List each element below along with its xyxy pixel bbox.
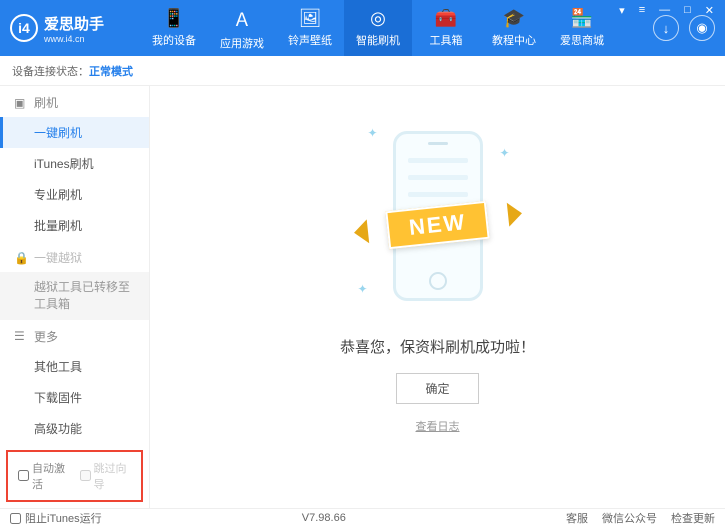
close-icon[interactable]: ✕: [702, 4, 717, 17]
chk-block-itunes[interactable]: 阻止iTunes运行: [10, 510, 102, 526]
download-button[interactable]: ↓: [653, 15, 679, 41]
status-bar: 设备连接状态： 正常模式: [0, 56, 725, 86]
tab-apps[interactable]: Ａ应用游戏: [208, 0, 276, 56]
user-button[interactable]: ◉: [689, 15, 715, 41]
view-log-link[interactable]: 查看日志: [416, 418, 460, 434]
footer-link-support[interactable]: 客服: [566, 510, 588, 526]
app-title: 爱思助手: [44, 13, 104, 34]
sidebar-item-advanced[interactable]: 高级功能: [0, 413, 149, 444]
success-message: 恭喜您，保资料刷机成功啦！: [340, 336, 535, 357]
footer-link-update[interactable]: 检查更新: [671, 510, 715, 526]
menu-icon[interactable]: ▾: [616, 4, 628, 17]
wallpaper-icon: 🖼: [299, 8, 322, 29]
status-label: 设备连接状态：: [12, 63, 89, 79]
minimize-icon[interactable]: —: [656, 4, 673, 17]
device-icon: 📱: [163, 8, 185, 29]
sidebar-section-flash[interactable]: ▣刷机: [0, 86, 149, 117]
tab-my-device[interactable]: 📱我的设备: [140, 0, 208, 56]
tab-toolbox[interactable]: 🧰工具箱: [412, 0, 480, 56]
maximize-icon[interactable]: □: [681, 4, 694, 17]
status-mode: 正常模式: [89, 63, 133, 79]
footer: 阻止iTunes运行 V7.98.66 客服 微信公众号 检查更新: [0, 508, 725, 527]
sidebar-item-onekey-flash[interactable]: 一键刷机: [0, 117, 149, 148]
chk-skip-guide-input: [80, 470, 91, 481]
logo-icon: i4: [10, 14, 38, 42]
more-icon: ☰: [14, 329, 28, 343]
tab-store[interactable]: 🏪爱思商城: [548, 0, 616, 56]
chk-block-itunes-input[interactable]: [10, 513, 21, 524]
sidebar-section-jailbreak: 🔒一键越狱: [0, 241, 149, 272]
lock-icon: 🔒: [14, 251, 28, 265]
toolbox-icon: 🧰: [435, 8, 457, 29]
sidebar-item-pro-flash[interactable]: 专业刷机: [0, 179, 149, 210]
apps-icon: Ａ: [233, 6, 251, 32]
sidebar-item-itunes-flash[interactable]: iTunes刷机: [0, 148, 149, 179]
sidebar: ▣刷机 一键刷机 iTunes刷机 专业刷机 批量刷机 🔒一键越狱 越狱工具已转…: [0, 86, 150, 508]
flash-section-icon: ▣: [14, 96, 28, 110]
nav-tabs: 📱我的设备 Ａ应用游戏 🖼铃声壁纸 ◎智能刷机 🧰工具箱 🎓教程中心 🏪爱思商城: [140, 0, 616, 56]
flash-icon: ◎: [370, 8, 386, 29]
tab-ringtones[interactable]: 🖼铃声壁纸: [276, 0, 344, 56]
sidebar-section-more[interactable]: ☰更多: [0, 320, 149, 351]
sidebar-item-other-tools[interactable]: 其他工具: [0, 351, 149, 382]
main-content: ✦ ✦ ✦ NEW 恭喜您，保资料刷机成功啦！ 确定 查看日志: [150, 86, 725, 508]
logo[interactable]: i4 爱思助手 www.i4.cn: [10, 13, 140, 44]
sidebar-item-download-firmware[interactable]: 下载固件: [0, 382, 149, 413]
tab-smart-flash[interactable]: ◎智能刷机: [344, 0, 412, 56]
checkbox-highlight-box: 自动激活 跳过向导: [6, 450, 143, 502]
sidebar-item-batch-flash[interactable]: 批量刷机: [0, 210, 149, 241]
footer-link-wechat[interactable]: 微信公众号: [602, 510, 657, 526]
version-label: V7.98.66: [302, 512, 346, 524]
chk-auto-activate-input[interactable]: [18, 470, 29, 481]
tab-tutorials[interactable]: 🎓教程中心: [480, 0, 548, 56]
store-icon: 🏪: [571, 8, 593, 29]
tray-minimize-icon[interactable]: ≡: [636, 4, 648, 17]
tutorial-icon: 🎓: [503, 8, 525, 29]
ok-button[interactable]: 确定: [396, 373, 478, 404]
chk-auto-activate[interactable]: 自动激活: [18, 460, 70, 492]
success-illustration: ✦ ✦ ✦ NEW: [358, 116, 518, 316]
chk-skip-guide[interactable]: 跳过向导: [80, 460, 132, 492]
app-url: www.i4.cn: [44, 34, 104, 44]
sidebar-item-jailbreak-note[interactable]: 越狱工具已转移至工具箱: [0, 272, 149, 320]
